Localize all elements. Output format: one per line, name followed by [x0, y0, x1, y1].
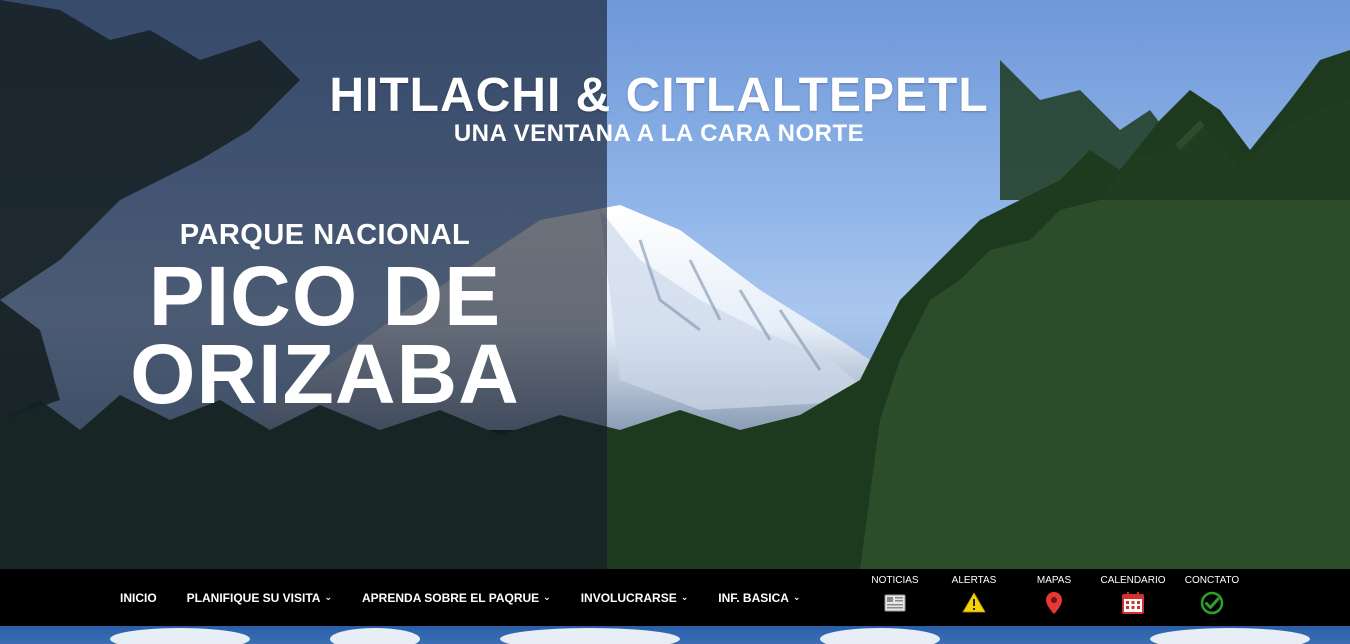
quick-link-noticias[interactable]: NOTICIAS	[855, 575, 935, 621]
nav-item-label: INVOLUCRARSE	[580, 590, 677, 605]
hero-title-block: HITLACHI & CITLALTEPETL UNA VENTANA A LA…	[0, 70, 1350, 146]
park-name-line1: PICO DE	[148, 249, 502, 343]
park-kicker: PARQUE NACIONAL	[179, 219, 471, 251]
cloud-shape	[820, 628, 940, 644]
next-section-banner	[0, 626, 1350, 644]
nav-item-label: INICIO	[120, 590, 157, 605]
park-name-line2: ORIZABA	[130, 327, 520, 421]
park-name-block: PARQUE NACIONAL PICO DE ORIZABA	[110, 218, 540, 421]
quick-link-conctato[interactable]: CONCTATO	[1172, 575, 1252, 621]
nav-item-involucrarse[interactable]: INVOLUCRARSE ⌄	[581, 591, 689, 605]
nav-item-aprenda[interactable]: APRENDA SOBRE EL PAQRUE ⌄	[362, 591, 551, 605]
cloud-shape	[110, 628, 250, 644]
quick-link-alertas[interactable]: ALERTAS	[934, 575, 1014, 621]
nav-item-planifique[interactable]: PLANIFIQUE SU VISITA ⌄	[187, 591, 332, 605]
quick-link-label: CALENDARIO	[1100, 575, 1166, 586]
quick-link-label: MAPAS	[1036, 575, 1072, 586]
nav-item-label: INF. BASICA	[718, 590, 789, 605]
map-pin-icon	[1046, 592, 1062, 614]
hero-title: HITLACHI & CITLALTEPETL	[329, 69, 989, 122]
quick-link-label: CONCTATO	[1184, 575, 1240, 586]
cloud-shape	[330, 628, 420, 644]
cloud-shape	[500, 628, 680, 644]
chevron-down-icon: ⌄	[680, 592, 689, 602]
check-circle-icon	[1200, 591, 1224, 615]
hero-banner: HITLACHI & CITLALTEPETL UNA VENTANA A LA…	[0, 0, 1350, 569]
chevron-down-icon: ⌄	[324, 592, 333, 602]
quick-link-mapas[interactable]: MAPAS	[1014, 575, 1094, 621]
nav-item-inicio[interactable]: INICIO	[120, 591, 157, 605]
chevron-down-icon: ⌄	[543, 592, 551, 602]
main-navbar: INICIO PLANIFIQUE SU VISITA ⌄ APRENDA SO…	[0, 569, 1350, 626]
quick-link-calendario[interactable]: CALENDARIO	[1093, 575, 1173, 621]
nav-item-label: APRENDA SOBRE EL PAQRUE	[362, 590, 540, 605]
hero-subtitle: UNA VENTANA A LA CARA NORTE	[453, 120, 865, 147]
calendar-icon	[1122, 592, 1144, 614]
quick-link-label: ALERTAS	[951, 575, 997, 586]
nav-item-inf-basica[interactable]: INF. BASICA ⌄	[718, 591, 800, 605]
cloud-shape	[1150, 628, 1310, 644]
newspaper-icon	[884, 594, 906, 612]
warning-icon	[962, 592, 986, 613]
chevron-down-icon: ⌄	[792, 592, 801, 602]
nav-item-label: PLANIFIQUE SU VISITA	[186, 590, 321, 605]
quick-link-label: NOTICIAS	[871, 575, 919, 586]
nav-menu: INICIO PLANIFIQUE SU VISITA ⌄ APRENDA SO…	[120, 569, 830, 626]
